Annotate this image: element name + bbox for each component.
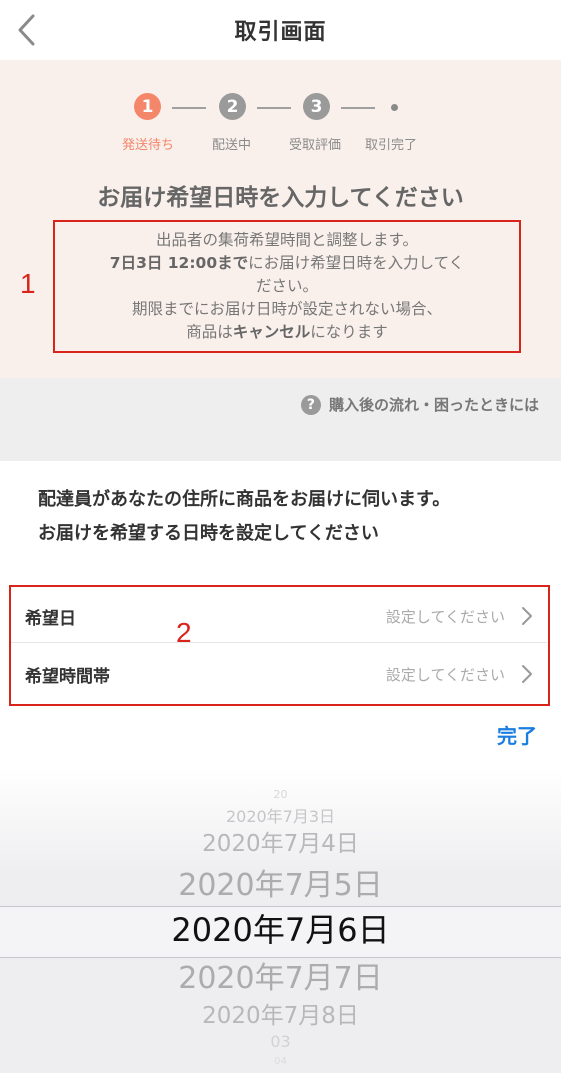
desired-date-value: 設定してください [385,607,505,626]
desired-date-label: 希望日 [25,608,76,629]
step-4-dot [391,104,398,111]
row-divider [11,642,547,643]
step-2-label: 配送中 [212,138,252,153]
step-4-label: 取引完了 [365,138,418,153]
notice-line: 商品はキャンセルになります [186,323,388,341]
picker-item[interactable]: 2020年7月5日 [0,860,561,904]
desired-time-value: 設定してください [385,665,505,684]
page-title: 取引画面 [234,20,327,45]
question-circle-icon: ? [300,394,321,415]
step-3-circle: 3 [303,93,330,120]
chevron-left-icon [18,14,35,46]
step-3-label: 受取評価 [289,138,342,153]
desired-time-label: 希望時間帯 [25,666,110,687]
desired-date-row[interactable]: 希望日 設定してください [11,587,547,645]
notice-line: 期限までにお届け日時が設定されない場合、 [131,300,442,318]
progress-steps: 1 2 3 発送待ち 配送中 受取評価 取引完了 [0,93,561,163]
notice-line: 出品者の集荷希望時間と調整します。 [156,231,418,249]
step-connector [257,107,291,109]
picker-item[interactable]: 04 [0,1056,561,1067]
nav-header: 取引画面 [0,0,561,60]
annotation-label-1: 1 [20,268,36,299]
cancel-text: キャンセル [232,323,311,341]
notice-line: ださい。 [255,277,318,295]
step-2-circle: 2 [219,93,246,120]
help-link[interactable]: ? 購入後の流れ・困ったときには [300,394,539,415]
deadline-notice: 出品者の集荷希望時間と調整します。 7日3日 12:00までにお届け希望日時を入… [53,220,521,353]
picker-item[interactable]: 20 [0,788,561,801]
step-connector [172,107,206,109]
instruction-line: お届けを希望する日時を設定してください [38,523,379,544]
step-1-circle: 1 [134,93,161,120]
desired-time-row[interactable]: 希望時間帯 設定してください [11,645,547,703]
notice-line: 7日3日 12:00までにお届け希望日時を入力してく [109,254,465,272]
chevron-right-icon [522,607,532,625]
instruction-line: 配達員があなたの住所に商品をお届けに伺います。 [38,489,451,510]
help-band: ? 購入後の流れ・困ったときには [0,378,561,461]
delivery-instructions: 配達員があなたの住所に商品をお届けに伺います。 お届けを希望する日時を設定してく… [38,483,538,551]
back-button[interactable] [8,10,44,50]
step-1-label: 発送待ち [122,138,175,153]
help-link-label: 購入後の流れ・困ったときには [328,396,539,414]
picker-item[interactable]: 2020年7月4日 [0,824,561,858]
done-button[interactable]: 完了 [497,720,537,749]
delivery-form: 希望日 設定してください 希望時間帯 設定してください [9,585,550,706]
step-connector [341,107,375,109]
picker-item[interactable]: 2020年7月8日 [0,996,561,1030]
deadline-text: 7日3日 12:00まで [109,254,249,272]
date-picker-wheel[interactable]: 20 2020年7月3日 2020年7月4日 2020年7月5日 2020年7月… [0,768,561,1073]
status-heading: お届け希望日時を入力してください [97,185,464,211]
picker-item[interactable]: 2020年7月7日 [0,953,561,997]
chevron-right-icon [522,665,532,683]
picker-item-selected[interactable]: 2020年7月6日 [0,905,561,951]
picker-item[interactable]: 03 [0,1032,561,1051]
annotation-label-2: 2 [176,617,192,648]
status-panel: 1 2 3 発送待ち 配送中 受取評価 取引完了 お届け希望日時を入力してくださ… [0,60,561,378]
